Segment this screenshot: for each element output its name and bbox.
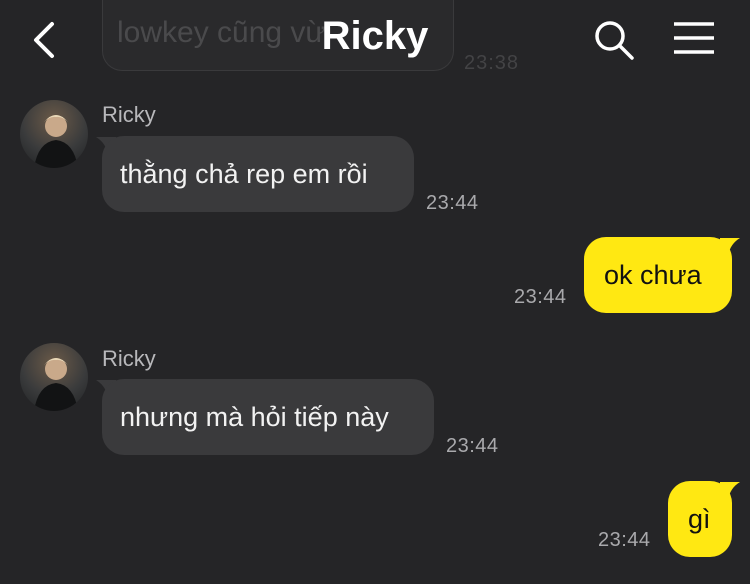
message-bubble-incoming[interactable]: nhưng mà hỏi tiếp này — [102, 379, 434, 455]
sender-name: Ricky — [102, 346, 156, 371]
hamburger-menu-icon — [674, 22, 714, 54]
message-time: 23:44 — [514, 286, 567, 308]
search-icon — [595, 21, 634, 60]
message-time: 23:44 — [426, 192, 479, 214]
message-bubble-outgoing[interactable]: ok chưa — [584, 237, 732, 313]
avatar-photo — [34, 358, 78, 411]
sender-name: Ricky — [102, 102, 156, 127]
bubble-tail — [720, 238, 740, 256]
avatar[interactable] — [20, 343, 88, 411]
search-button[interactable] — [592, 18, 636, 62]
message-time: 23:44 — [446, 435, 499, 457]
avatar-photo — [34, 115, 78, 168]
message-bubble-incoming[interactable]: thằng chả rep em rồi — [102, 136, 414, 212]
chat-header: lowkey cũng vừ 23:38 Ricky — [0, 0, 750, 80]
avatar[interactable] — [20, 100, 88, 168]
menu-button[interactable] — [672, 20, 716, 58]
message-time: 23:44 — [598, 529, 651, 551]
back-button[interactable] — [28, 18, 64, 62]
chat-title: Ricky — [321, 14, 429, 58]
chevron-left-icon — [34, 22, 54, 58]
bubble-tail — [720, 482, 740, 500]
